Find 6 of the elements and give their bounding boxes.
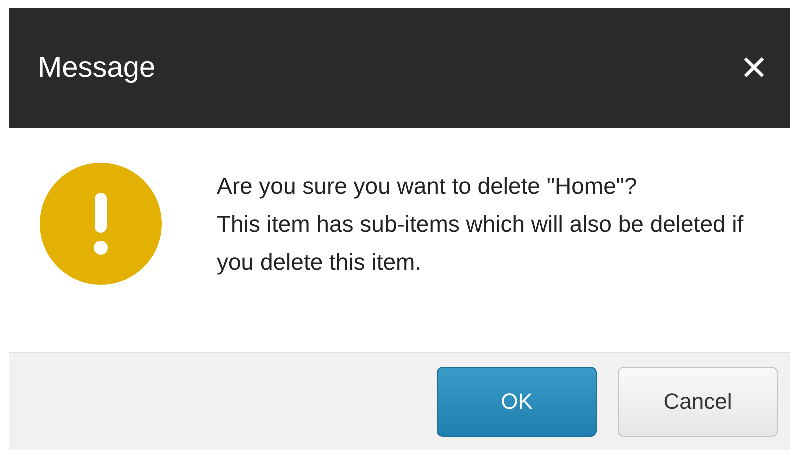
close-button[interactable]: ✕ <box>736 48 772 88</box>
cancel-button[interactable]: Cancel <box>618 366 778 436</box>
dialog-message: Are you sure you want to delete "Home"? This item has sub-items which will also be deleted if you delete this item. <box>217 172 745 277</box>
ok-button[interactable]: OK <box>437 366 597 436</box>
dialog-title: Message <box>38 52 156 84</box>
warning-icon <box>40 163 162 285</box>
